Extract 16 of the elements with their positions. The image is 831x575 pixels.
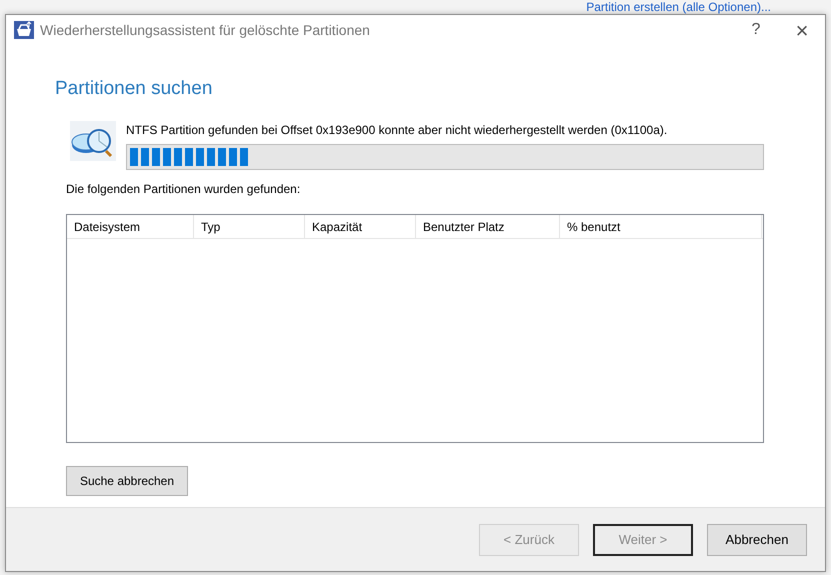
wizard-button[interactable]: Abbrechen — [707, 524, 807, 556]
close-button[interactable]: × — [779, 12, 825, 48]
help-button[interactable]: ? — [733, 17, 779, 43]
wizard-app-icon — [14, 21, 34, 39]
column-header[interactable]: Dateisystem — [67, 214, 194, 238]
column-header[interactable]: % benutzt — [560, 214, 762, 238]
stop-search-button[interactable]: Suche abbrechen — [66, 466, 188, 496]
page-heading: Partitionen suchen — [55, 77, 214, 101]
list-label: Die folgenden Partitionen wurden gefunden: — [66, 180, 302, 198]
column-header[interactable]: Kapazität — [305, 214, 416, 238]
window-title: Wiederherstellungsassistent für gelöschte Partitionen — [40, 20, 371, 40]
status-message: NTFS Partition gefunden bei Offset 0x193e900 konnte aber nicht wiederhergestellt werden (0x1100a). — [126, 122, 668, 138]
background-link[interactable]: Partition erstellen (alle Optionen)... — [586, 0, 771, 14]
column-header[interactable]: Benutzter Platz — [416, 214, 560, 238]
column-header[interactable]: Typ — [194, 214, 305, 238]
disk-search-icon — [70, 120, 116, 160]
